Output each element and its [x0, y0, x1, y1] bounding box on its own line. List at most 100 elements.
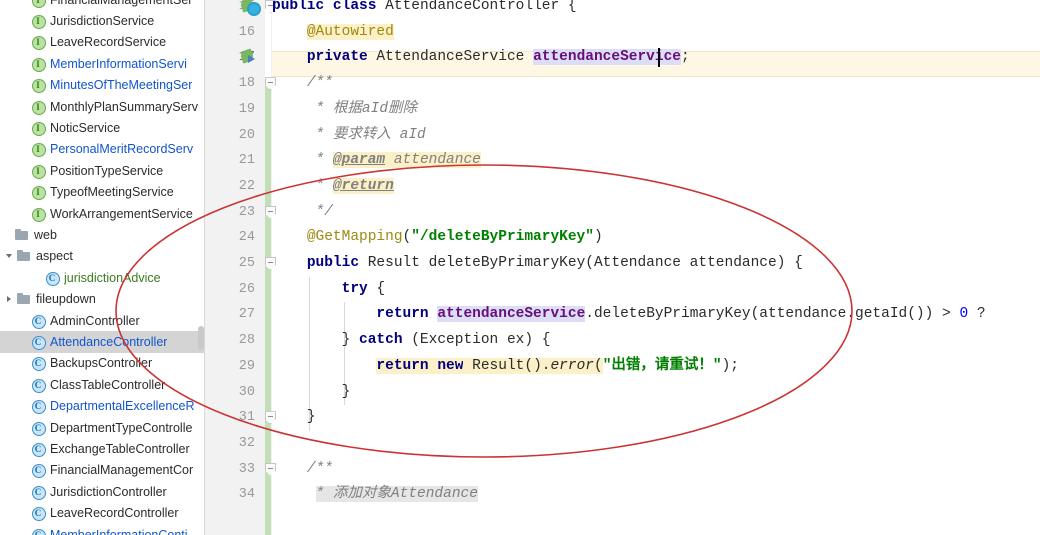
code-line[interactable]: public Result deleteByPrimaryKey(Attenda… — [272, 251, 1040, 277]
line-number: 31 — [238, 410, 255, 426]
interface-icon — [30, 141, 46, 158]
code-token: return — [376, 357, 429, 374]
code-token — [385, 152, 394, 169]
tree-item-jurisdictioncontroller[interactable]: JurisdictionController — [0, 481, 205, 502]
tree-item-fileupdown[interactable]: fileupdown — [0, 289, 205, 310]
class-icon — [30, 420, 46, 436]
code-token: * 添加对象Attendance — [315, 486, 478, 503]
spring-bean-autowired-icon[interactable] — [241, 49, 257, 65]
code-token: } — [272, 332, 360, 349]
spring-bean-class-icon[interactable] — [241, 0, 261, 16]
code-token: "出错，请重试！" — [602, 357, 722, 374]
tree-item-attendancecontroller[interactable]: AttendanceController — [0, 331, 205, 353]
tree-item-label: MinutesOfTheMeetingSer — [50, 78, 193, 93]
tree-item-jurisdictionadvice[interactable]: jurisdictionAdvice — [0, 267, 205, 288]
code-line[interactable]: return attendanceService.deleteByPrimary… — [272, 302, 1040, 328]
tree-item-monthlyplansummaryserv[interactable]: MonthlyPlanSummaryServ — [0, 96, 205, 117]
interface-icon — [30, 77, 46, 94]
line-number: 34 — [238, 487, 255, 503]
tree-item-label: PositionTypeService — [50, 163, 164, 178]
code-token: Result deleteByPrimaryKey(Attendance att… — [359, 255, 803, 271]
tree-item-label: jurisdictionAdvice — [64, 270, 161, 285]
tree-item-financialmanagementcor[interactable]: FinancialManagementCor — [0, 460, 205, 481]
class-icon — [30, 527, 46, 535]
code-line[interactable]: @GetMapping("/deleteByPrimaryKey") — [272, 225, 1040, 251]
tree-item-aspect[interactable]: aspect — [0, 246, 205, 267]
chevron-down-icon[interactable] — [2, 254, 16, 259]
project-tree-panel[interactable]: FinancialManagementSer JurisdictionServic… — [0, 0, 205, 535]
code-token: } — [272, 383, 351, 400]
interface-icon — [30, 99, 46, 115]
code-token: /** — [306, 75, 333, 92]
code-text-area[interactable]: public class AttendanceController { @Aut… — [272, 0, 1040, 535]
code-token: private — [306, 49, 368, 66]
tree-item-label: LeaveRecordService — [50, 35, 167, 50]
class-icon — [30, 377, 46, 393]
code-line[interactable]: */ — [272, 200, 1040, 226]
tree-item-departmentalexcellencer[interactable]: DepartmentalExcellenceR — [0, 396, 205, 417]
code-token: return — [376, 306, 429, 323]
chevron-right-icon[interactable] — [2, 296, 16, 303]
line-number: 19 — [238, 101, 255, 117]
tree-item-typeofmeetingservice[interactable]: TypeofMeetingService — [0, 182, 205, 203]
code-token: new — [437, 357, 464, 374]
code-line[interactable]: @Autowired — [272, 20, 1040, 46]
line-number: 30 — [238, 384, 255, 400]
code-line[interactable]: return new Result().error("出错，请重试！"); — [272, 354, 1040, 380]
tree-item-workarrangementservice[interactable]: WorkArrangementService — [0, 203, 205, 224]
tree-item-backupscontroller[interactable]: BackupsController — [0, 353, 205, 374]
line-number: 33 — [238, 461, 255, 477]
folder-icon — [14, 227, 30, 243]
code-line[interactable]: try { — [272, 277, 1040, 303]
line-number: 26 — [238, 281, 255, 297]
tree-item-label: TypeofMeetingService — [50, 185, 174, 200]
tree-item-label: web — [34, 228, 57, 243]
code-line[interactable]: } catch (Exception ex) { — [272, 328, 1040, 354]
tree-item-label: MemberInformationServi — [50, 56, 187, 71]
code-line[interactable]: /** — [272, 457, 1040, 483]
tree-item-leaverecordservice[interactable]: LeaveRecordService — [0, 32, 205, 53]
code-line[interactable]: } — [272, 405, 1040, 431]
code-line[interactable]: /** — [272, 71, 1040, 97]
code-token: */ — [315, 203, 333, 220]
code-line[interactable]: * @return — [272, 174, 1040, 200]
class-icon — [30, 462, 46, 479]
code-line[interactable]: private AttendanceService attendanceServ… — [272, 45, 1040, 71]
tree-item-leaverecordcontroller[interactable]: LeaveRecordController — [0, 503, 205, 524]
code-token: attendanceService — [437, 306, 586, 323]
line-number: 28 — [238, 333, 255, 349]
class-icon — [30, 505, 46, 522]
code-line[interactable] — [272, 431, 1040, 457]
code-line[interactable]: * 添加对象Attendance — [272, 482, 1040, 508]
code-editor[interactable]: 15 16 17 18 19 20 21 22 23 24 25 26 27 28 29 30 31 32 33 34… — [205, 0, 1040, 535]
tree-item-memberinformationservi[interactable]: MemberInformationServi — [0, 53, 205, 74]
tree-item-label: DepartmentTypeControlle — [50, 420, 193, 435]
code-line[interactable]: } — [272, 380, 1040, 406]
code-line[interactable]: * 要求转入 aId — [272, 123, 1040, 149]
tree-item-label: AdminController — [50, 313, 140, 328]
tree-item-label: aspect — [36, 249, 73, 264]
code-token: @Autowired — [306, 23, 394, 40]
tree-item-exchangetablecontroller[interactable]: ExchangeTableController — [0, 438, 205, 459]
tree-item-admincontroller[interactable]: AdminController — [0, 310, 205, 331]
code-line[interactable]: * @param attendance — [272, 148, 1040, 174]
code-token: public — [306, 255, 360, 271]
tree-item-positiontypeservice[interactable]: PositionTypeService — [0, 160, 205, 181]
tree-item-financialmanagementser[interactable]: FinancialManagementSer — [0, 0, 205, 10]
tree-item-minutesofthemeetingser[interactable]: MinutesOfTheMeetingSer — [0, 75, 205, 96]
tree-item-web[interactable]: web — [0, 224, 205, 245]
tree-item-noticservice[interactable]: NoticService — [0, 117, 205, 138]
code-line[interactable]: * 根据aId删除 — [272, 97, 1040, 123]
code-token: AttendanceService — [367, 49, 534, 66]
tree-item-personalmeritrecordserv[interactable]: PersonalMeritRecordServ — [0, 139, 205, 160]
tree-item-jurisdictionservice[interactable]: JurisdictionService — [0, 10, 205, 31]
tree-item-departmenttypecontrolle[interactable]: DepartmentTypeControlle — [0, 417, 205, 438]
tree-item-memberinformationconti[interactable]: MemberInformationConti — [0, 524, 205, 535]
code-line[interactable]: public class AttendanceController { — [272, 0, 1040, 20]
tree-item-classtablecontroller[interactable]: ClassTableController — [0, 374, 205, 395]
